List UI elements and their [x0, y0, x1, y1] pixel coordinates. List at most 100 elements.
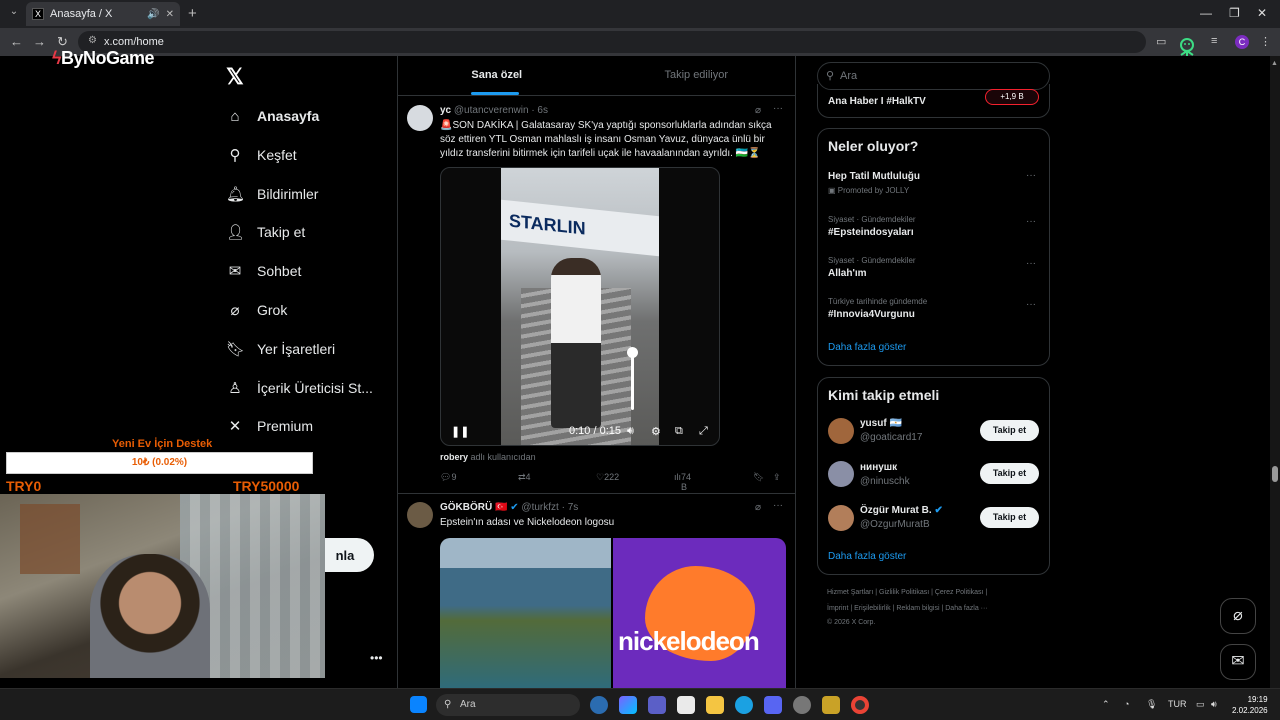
bookmark-icon[interactable]: 🔖︎ — [753, 472, 764, 483]
show-more-link[interactable]: Daha fazla göster — [828, 551, 906, 562]
island-photo[interactable] — [440, 538, 611, 688]
avatar[interactable] — [828, 418, 854, 444]
pip-icon[interactable]: ⧉ — [675, 425, 683, 438]
footer-links[interactable]: Hizmet Şartları | Gizlilik Politikası | … — [827, 589, 987, 596]
nav-explore[interactable]: ⚲ Keşfet — [226, 143, 297, 167]
grok-fab-icon[interactable]: ⌀ — [1220, 598, 1256, 634]
video-player[interactable]: STARLIN ❚❚ 0:10 / 0:15 🔊︎ ⚙ ⧉ ⤢ — [440, 167, 720, 446]
pause-icon[interactable]: ❚❚ — [451, 425, 469, 438]
tab-search-icon[interactable]: ⌄ — [6, 6, 22, 22]
more-icon[interactable]: ··· — [1026, 170, 1036, 181]
tweet-handle[interactable]: @utancverenwin — [454, 105, 529, 116]
cast-icon[interactable]: ▭ — [1156, 35, 1166, 48]
fullscreen-icon[interactable]: ⤢ — [699, 425, 708, 438]
more-icon[interactable]: ··· — [1026, 258, 1036, 269]
user-name[interactable]: нинушк — [860, 462, 897, 473]
avatar[interactable] — [407, 105, 433, 131]
follow-button[interactable]: Takip et — [980, 463, 1039, 484]
discord-icon[interactable] — [764, 696, 782, 714]
user-handle[interactable]: @ninuschk — [860, 476, 910, 487]
mic-icon[interactable]: 🎙︎ — [1146, 699, 1157, 710]
follow-button[interactable]: Takip et — [980, 507, 1039, 528]
like-button[interactable]: ♡ 222 — [596, 472, 619, 483]
tweet-handle[interactable]: @turkfzt — [521, 502, 558, 513]
trend-title[interactable]: #Innovia4Vurgunu — [828, 309, 915, 320]
volume-knob[interactable] — [627, 347, 638, 358]
trend-title[interactable]: #Epsteindosyaları — [828, 227, 914, 238]
tweet-time[interactable]: · 7s — [562, 502, 579, 513]
windows-start-icon[interactable] — [410, 696, 427, 713]
share-icon[interactable]: ⇪ — [773, 472, 781, 483]
store-icon[interactable] — [677, 696, 695, 714]
volume-icon[interactable]: 🔊︎ — [1211, 699, 1217, 710]
reply-button[interactable]: 💬︎ 9 — [440, 472, 456, 483]
avatar[interactable] — [407, 502, 433, 528]
menu-icon[interactable]: ⋮ — [1260, 35, 1271, 48]
obs-icon[interactable] — [793, 696, 811, 714]
footer-links[interactable]: İmprint | Erişilebilirlik | Reklam bilgi… — [827, 605, 988, 612]
nav-home[interactable]: ⌂ Anasayfa — [226, 104, 319, 128]
user-handle[interactable]: @OzgurMuratB — [860, 519, 930, 530]
taskbar-search[interactable]: ⚲ Ara — [436, 694, 580, 716]
tweet-author[interactable]: GÖKBÖRÜ — [440, 502, 492, 513]
more-icon[interactable]: ··· — [773, 103, 783, 114]
nav-grok[interactable]: ⌀ Grok — [226, 298, 287, 322]
trend-title[interactable]: Hep Tatil Mutluluğu — [828, 171, 920, 182]
repost-button[interactable]: ⇄ 4 — [518, 472, 531, 483]
media-source-user[interactable]: robery — [440, 452, 468, 462]
settings-icon[interactable]: ⚙ — [651, 425, 661, 438]
views-button[interactable]: ılı 74 B — [674, 472, 691, 492]
page-scrollbar[interactable]: ▲ — [1270, 56, 1280, 688]
back-button[interactable]: ← — [10, 34, 23, 49]
nav-creator-studio[interactable]: ♙ İçerik Üreticisi St... — [226, 376, 373, 400]
more-icon[interactable]: ··· — [1026, 299, 1036, 310]
user-name[interactable]: yusuf 🇦🇷 — [860, 418, 902, 429]
nav-notifications[interactable]: 🔔︎ Bildirimler — [226, 182, 318, 206]
tweet-time[interactable]: · 6s — [531, 105, 548, 116]
site-info-icon[interactable]: ⚙ — [88, 35, 97, 46]
maximize-button[interactable]: ❐ — [1229, 6, 1240, 20]
account-more-icon[interactable]: ••• — [370, 651, 383, 665]
scrollbar-thumb[interactable] — [1272, 466, 1278, 482]
address-bar[interactable]: ⚙ x.com/home — [78, 31, 1146, 53]
tray-app-icon[interactable]: ◔ — [1124, 699, 1129, 709]
trend-title[interactable]: Allah'ım — [828, 268, 867, 279]
user-handle[interactable]: @goaticard17 — [860, 432, 922, 443]
edge-icon[interactable] — [735, 696, 753, 714]
teams-icon[interactable] — [648, 696, 666, 714]
language-indicator[interactable]: TUR — [1168, 699, 1187, 709]
widgets-icon[interactable] — [590, 696, 608, 714]
scroll-up-icon[interactable]: ▲ — [1271, 60, 1278, 67]
volume-icon[interactable]: 🔊︎ — [627, 425, 634, 438]
volume-slider[interactable] — [631, 350, 634, 410]
speaker-icon[interactable]: 🔊 — [147, 9, 159, 20]
x-logo-icon[interactable]: 𝕏 — [226, 64, 244, 90]
grok-icon[interactable]: ⌀ — [755, 105, 761, 116]
show-more-link[interactable]: Daha fazla göster — [828, 342, 906, 353]
browser-tab[interactable]: X Anasayfa / X 🔊 ✕ — [26, 2, 180, 26]
tab-following[interactable]: Takip ediliyor — [597, 56, 797, 95]
nav-premium[interactable]: ✕ Premium — [226, 414, 313, 438]
tweet-author[interactable]: yc — [440, 105, 451, 116]
system-clock[interactable]: 19:19 2.02.2026 — [1232, 694, 1268, 716]
more-icon[interactable]: ··· — [773, 500, 783, 511]
network-icon[interactable]: ▭ — [1196, 699, 1205, 710]
tweet-images[interactable]: nickelodeon — [440, 538, 786, 688]
copilot-icon[interactable] — [619, 696, 637, 714]
profile-avatar[interactable]: C — [1235, 35, 1249, 49]
grok-icon[interactable]: ⌀ — [755, 502, 761, 513]
tab-for-you[interactable]: Sana özel — [397, 56, 597, 95]
close-tab-icon[interactable]: ✕ — [166, 9, 174, 20]
close-window-button[interactable]: ✕ — [1257, 6, 1267, 20]
explorer-icon[interactable] — [706, 696, 724, 714]
forward-button[interactable]: → — [33, 34, 46, 49]
new-tab-button[interactable]: + — [188, 5, 197, 22]
avatar[interactable] — [828, 505, 854, 531]
follow-button[interactable]: Takip et — [980, 420, 1039, 441]
nav-messages[interactable]: ✉ Sohbet — [226, 259, 302, 283]
tray-expand-icon[interactable]: ⌃ — [1102, 699, 1110, 710]
user-name[interactable]: Özgür Murat B. ✔ — [860, 505, 943, 516]
messages-fab-icon[interactable]: ✉ — [1220, 644, 1256, 680]
nav-follow[interactable]: 👤︎ Takip et — [226, 220, 305, 244]
avatar[interactable] — [828, 461, 854, 487]
